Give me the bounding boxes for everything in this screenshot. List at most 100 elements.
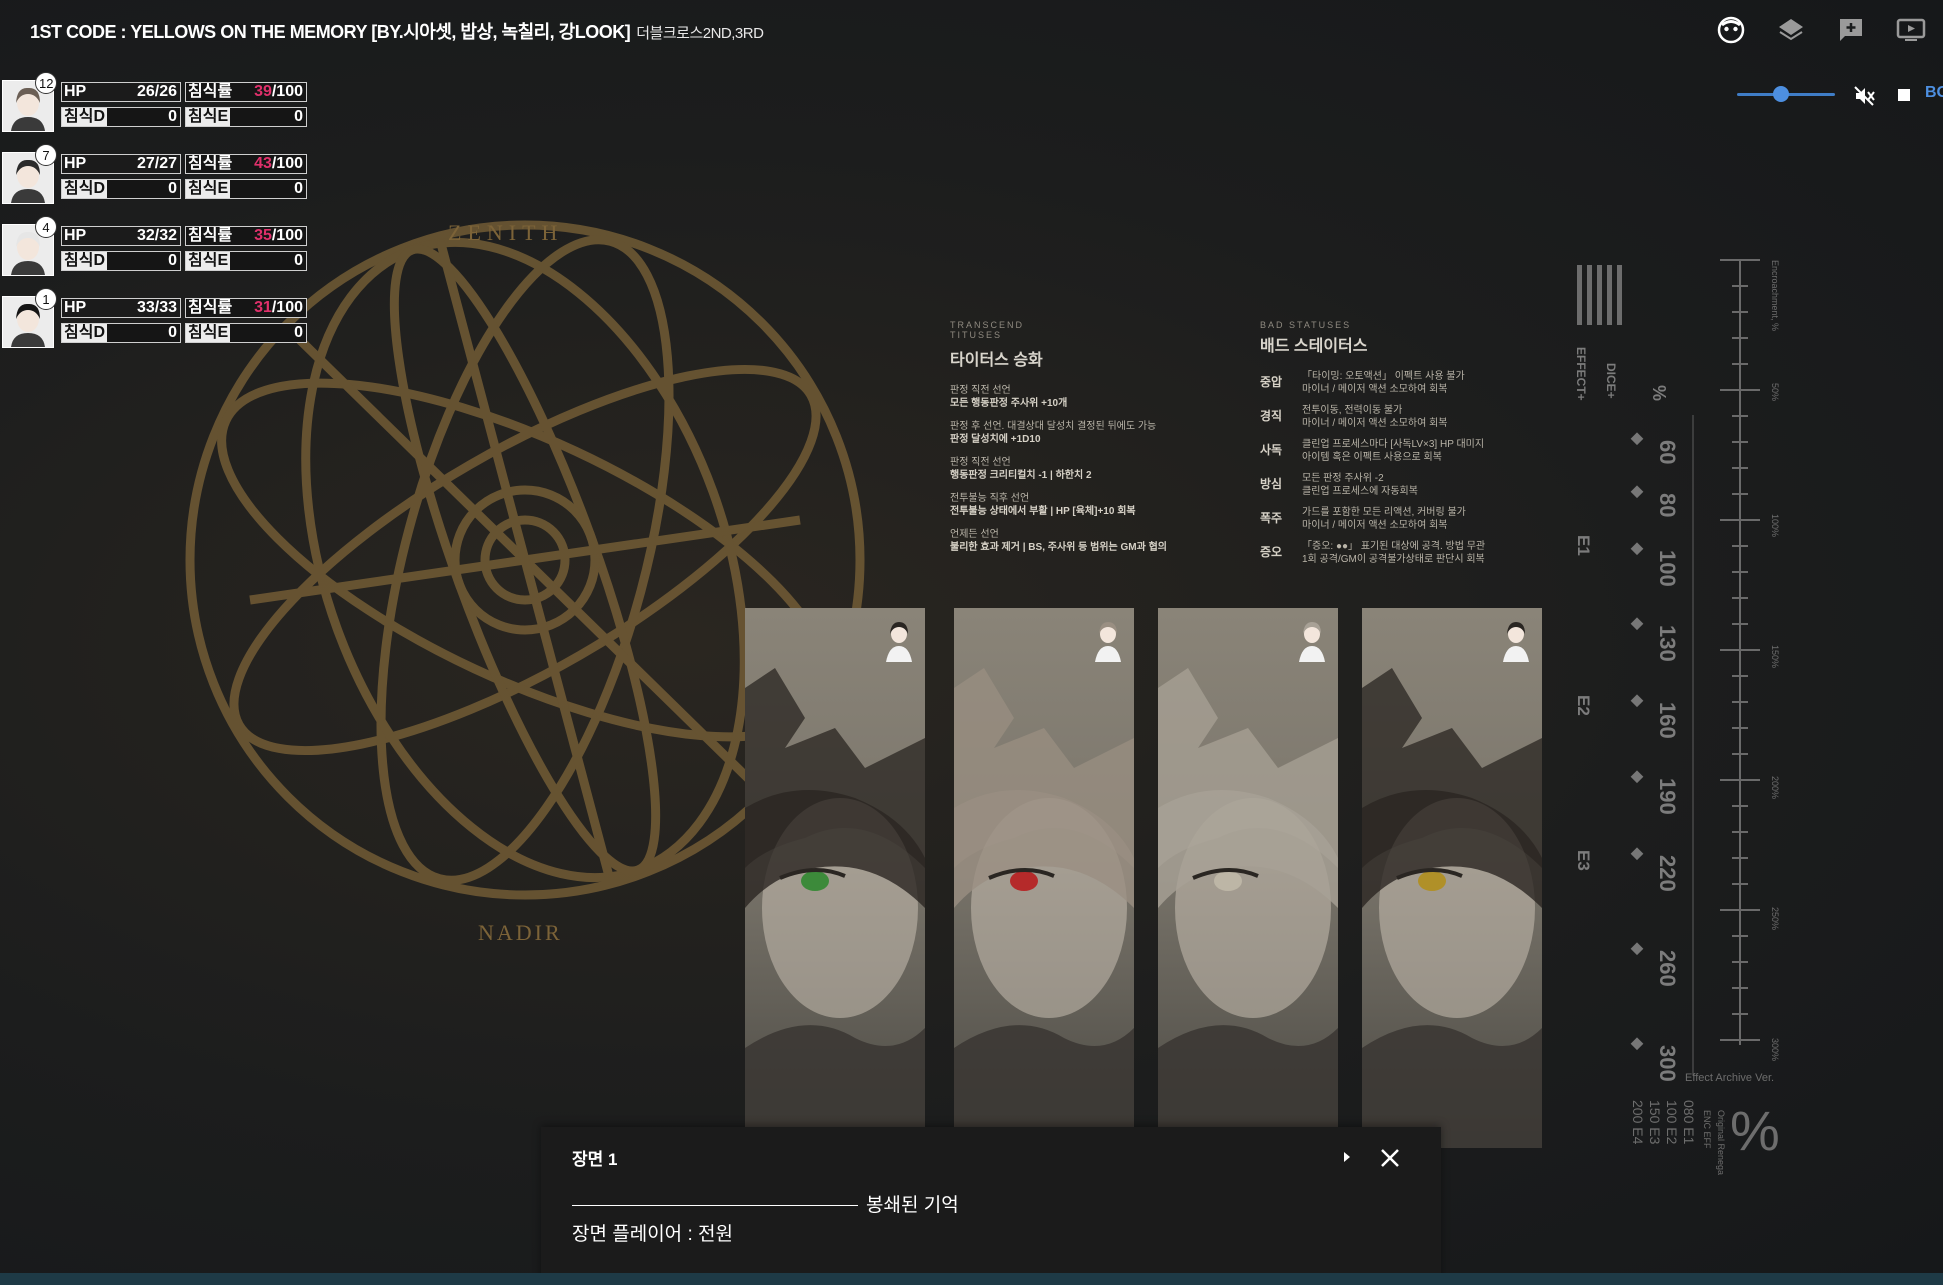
bad-status-line: 클린업 프로세스마다 [사독LV×3] HP 대미지 (1302, 439, 1485, 450)
volume-slider-handle[interactable] (1773, 86, 1790, 102)
encroachment-gauge: 60 80 100 130 160 190 220 260 300 E1 E2 E3 EFFECT+ DI… (1574, 259, 1780, 1175)
erosion-e-label: 침식E (186, 324, 231, 342)
bad-status-name: 사독 (1260, 443, 1283, 457)
hp-bar: HP 33/33 (61, 298, 181, 318)
bad-status-tag: BAD STATUSES (1260, 320, 1352, 330)
close-icon[interactable] (1379, 1147, 1401, 1169)
transcend-effect: 행동판정 크리티컬치 -1 | 하한치 2 (950, 470, 1092, 481)
hp-label: HP (64, 299, 87, 316)
add-comment-icon[interactable] (1835, 14, 1867, 46)
erosion-max: /100 (271, 83, 303, 100)
legend-head: ENC EFF (1702, 1110, 1712, 1149)
erosion-e-bar: 침식E 0 (185, 323, 307, 343)
dice-icon (1630, 942, 1644, 956)
gauge-mark: 190 (1655, 778, 1680, 815)
hp-value: 32/32 (136, 227, 177, 244)
transcend-column: TRANSCEND TITUSES 타이터스 승화 판정 직전 선언 모든 행동판… (950, 320, 1167, 564)
dice-icon (1630, 694, 1644, 708)
bad-status-line: 마이너 / 메이저 액션 소모하여 회복 (1302, 520, 1448, 531)
card-mini-avatar (1503, 622, 1529, 662)
bad-status-line: 마이너 / 메이저 액션 소모하여 회복 (1302, 418, 1448, 429)
erosion-bar: 침식률 31/100 (185, 298, 307, 318)
scene-name-line: 봉쇄된 기억 (572, 1190, 959, 1217)
mute-icon[interactable] (1853, 85, 1875, 107)
character-row: 12 HP 26/26 침식률 39/100 침식D 0 침식E 0 (0, 72, 310, 136)
nadir-label: NADIR (478, 920, 563, 945)
character-card[interactable] (1362, 608, 1542, 1148)
card-portrait (1362, 668, 1542, 1148)
character-card[interactable] (745, 608, 925, 1148)
erosion-d-bar: 침식D 0 (61, 107, 181, 127)
layers-icon[interactable] (1775, 14, 1807, 46)
transcend-title: 타이터스 승화 (950, 352, 1043, 369)
gauge-side-title: Encroachment, % (1770, 260, 1780, 331)
room-system: 더블크로스2ND,3RD (636, 25, 764, 42)
transcend-item: 언제든 선언불리한 효과 제거 | BS, 주사위 등 범위는 GM과 협의 (950, 528, 1167, 554)
stop-icon[interactable] (1898, 89, 1910, 101)
bad-status-item: 중압 「타이밍: 오토액션」 이펙트 사용 불가 마이너 / 메이저 액션 소모하여… (1260, 370, 1485, 396)
erosion-e-bar: 침식E 0 (185, 107, 307, 127)
erosion-label: 침식률 (188, 227, 233, 244)
scene-player: 장면 플레이어 : 전원 (572, 1224, 733, 1245)
dice-header: DICE+ (1604, 363, 1618, 399)
initiative-badge: 12 (35, 72, 58, 94)
dice-icon (1630, 542, 1644, 556)
hp-label: HP (64, 83, 87, 100)
legend-entry: 200 E4 (1630, 1100, 1646, 1145)
bad-status-line: 마이너 / 메이저 액션 소모하여 회복 (1302, 384, 1448, 395)
divider (572, 1205, 858, 1207)
transcend-effect: 판정 달성치에 +1D10 (950, 434, 1041, 445)
bad-status-line: 클린업 프로세스에 자동회복 (1302, 486, 1418, 497)
gauge-barcode (1597, 265, 1602, 325)
card-mini-avatar (1299, 622, 1325, 662)
transcend-tag: TRANSCEND (950, 320, 1025, 330)
room-title: 1ST CODE : YELLOWS ON THE MEMORY [BY.시아셋… (30, 18, 764, 44)
gauge-side-tick: 100% (1770, 514, 1780, 537)
erosion-e-value: 0 (294, 324, 303, 341)
screen-icon[interactable] (1895, 14, 1927, 46)
transcend-item: 판정 직전 선언행동판정 크리티컬치 -1 | 하한치 2 (950, 456, 1167, 482)
transcend-condition: 언제든 선언 (950, 529, 999, 540)
card-mini-avatar (1095, 622, 1121, 662)
gauge-mark: 300 (1655, 1045, 1680, 1082)
gauge-barcode (1607, 265, 1612, 325)
effect-header: EFFECT+ (1574, 347, 1588, 401)
dice-icon (1630, 847, 1644, 861)
erosion-e-bar: 침식E 0 (185, 251, 307, 271)
character-row: 7 HP 27/27 침식률 43/100 침식D 0 침식E 0 (0, 144, 310, 208)
bad-status-name: 폭주 (1260, 511, 1283, 525)
erosion-e-value: 0 (294, 252, 303, 269)
erosion-e-bar: 침식E 0 (185, 179, 307, 199)
transcend-condition: 판정 직전 선언 (950, 385, 1011, 396)
face-icon[interactable] (1715, 14, 1747, 46)
bg-label[interactable]: BG (1925, 84, 1943, 102)
gauge-barcode (1617, 265, 1622, 325)
bad-status-name: 경직 (1260, 409, 1283, 423)
transcend-effect: 모든 행동판정 주사위 +10개 (950, 398, 1068, 409)
dice-icon (1630, 432, 1644, 446)
legend-entry: 150 E3 (1647, 1100, 1663, 1145)
transcend-condition: 판정 직전 선언 (950, 457, 1011, 468)
bad-status-item: 폭주 가드를 포함한 모든 리액션, 커버링 불가 마이너 / 메이저 액션 소모하… (1260, 506, 1485, 532)
erosion-e-label: 침식E (186, 180, 231, 198)
hp-label: HP (64, 227, 87, 244)
erosion-d-value: 0 (168, 324, 177, 341)
hp-bar: HP 26/26 (61, 82, 181, 102)
legend-entry: 080 E1 (1681, 1100, 1697, 1145)
character-card[interactable] (954, 608, 1134, 1148)
erosion-d-value: 0 (168, 252, 177, 269)
character-row: 4 HP 32/32 침식률 35/100 침식D 0 침식E 0 (0, 216, 310, 280)
bad-status-line: 「타이밍: 오토액션」 이펙트 사용 불가 (1302, 371, 1465, 382)
next-icon[interactable] (1337, 1147, 1357, 1167)
room-title-text: 1ST CODE : YELLOWS ON THE MEMORY [BY.시아셋… (30, 22, 631, 42)
hp-value: 26/26 (136, 83, 177, 100)
character-card[interactable] (1158, 608, 1338, 1148)
erosion-label: 침식률 (188, 83, 233, 100)
gauge-barcode (1587, 265, 1592, 325)
bad-status-name: 방심 (1260, 477, 1283, 491)
dice-icon (1630, 1037, 1644, 1051)
transcend-effect: 불리한 효과 제거 | BS, 주사위 등 범위는 GM과 협의 (950, 542, 1167, 553)
hp-bar: HP 27/27 (61, 154, 181, 174)
gauge-mark: 130 (1655, 625, 1680, 662)
erosion-bar: 침식률 43/100 (185, 154, 307, 174)
